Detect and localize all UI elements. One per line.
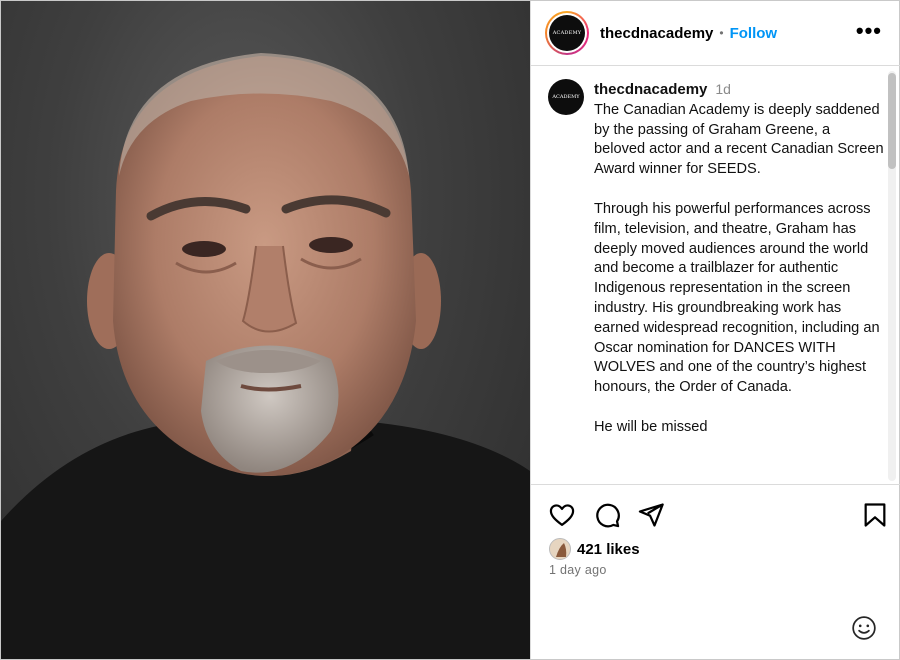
- caption-scrollbar[interactable]: [888, 71, 896, 481]
- liker-avatar-image: [550, 539, 570, 559]
- header-separator: •: [719, 26, 724, 40]
- comment-icon[interactable]: [593, 501, 621, 529]
- post-header: ACADEMY thecdnacademy • Follow •••: [531, 1, 900, 66]
- emoji-icon[interactable]: [851, 615, 877, 641]
- post-age[interactable]: 1 day ago: [549, 563, 607, 577]
- caption-scroll-area[interactable]: ACADEMY thecdnacademy 1d The Canadian Aca…: [531, 67, 900, 485]
- heart-icon[interactable]: [548, 501, 576, 529]
- portrait-image: [1, 53, 530, 659]
- action-bar: [531, 501, 900, 533]
- avatar-logo: ACADEMY: [549, 15, 585, 51]
- caption-username[interactable]: thecdnacademy: [594, 81, 707, 98]
- caption-time: 1d: [715, 81, 731, 97]
- post-frame: ACADEMY thecdnacademy • Follow ••• ACADE…: [0, 0, 900, 660]
- caption-paragraph-2: Through his powerful performances across…: [594, 200, 880, 396]
- post-photo[interactable]: [1, 1, 530, 659]
- likes-row[interactable]: 421 likes: [549, 538, 640, 560]
- liker-avatar[interactable]: [549, 538, 571, 560]
- send-icon[interactable]: [637, 501, 665, 529]
- likes-count[interactable]: 421 likes: [577, 541, 640, 558]
- profile-avatar[interactable]: ACADEMY: [545, 11, 589, 55]
- header-username[interactable]: thecdnacademy: [600, 25, 713, 42]
- bookmark-icon[interactable]: [861, 501, 889, 529]
- caption-body: thecdnacademy 1d The Canadian Academy is …: [594, 80, 884, 438]
- follow-button[interactable]: Follow: [730, 25, 778, 42]
- more-options-button[interactable]: •••: [856, 20, 882, 42]
- caption-paragraph-3: He will be missed: [594, 418, 708, 435]
- scrollbar-thumb[interactable]: [888, 73, 896, 169]
- caption-paragraph-1: The Canadian Academy is deeply saddened …: [594, 101, 884, 178]
- caption-avatar[interactable]: ACADEMY: [548, 79, 584, 115]
- post-panel: ACADEMY thecdnacademy • Follow ••• ACADE…: [530, 1, 900, 659]
